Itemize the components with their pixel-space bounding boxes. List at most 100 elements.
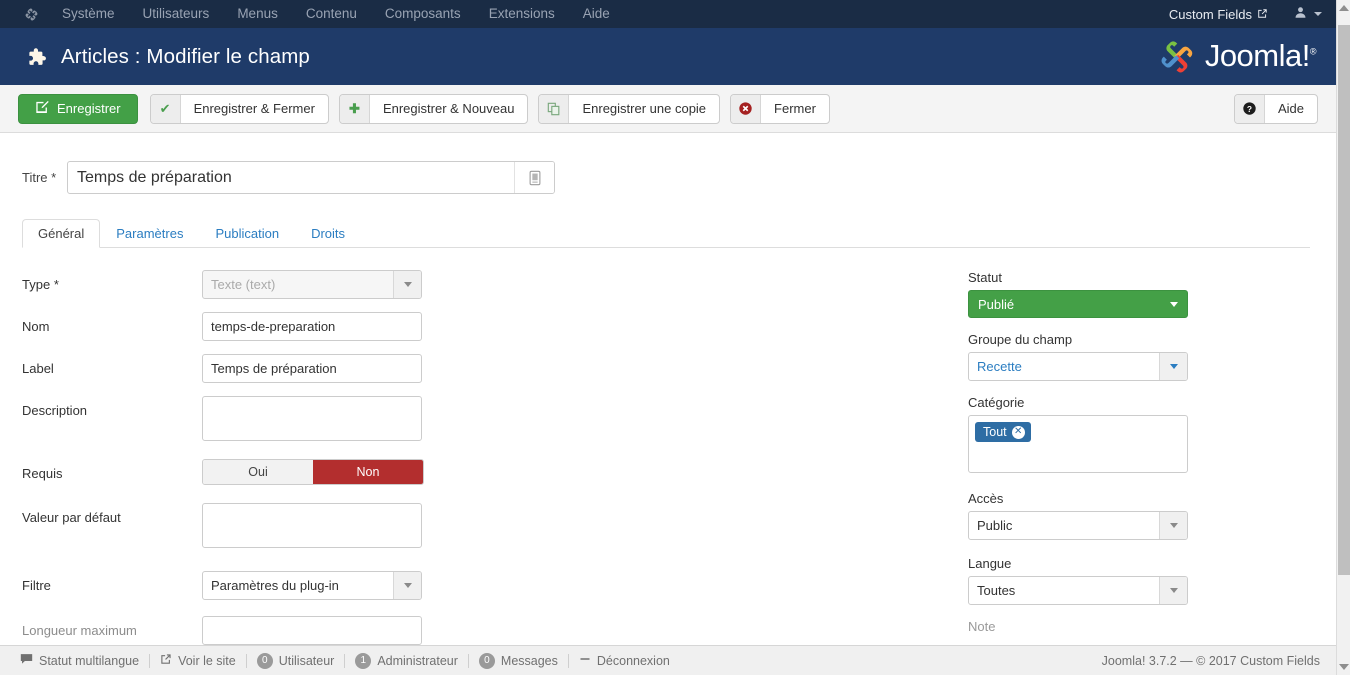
user-menu-button[interactable] <box>1294 6 1322 22</box>
label-input[interactable] <box>202 354 422 383</box>
chevron-down-icon <box>1159 577 1187 604</box>
groupe-label: Groupe du champ <box>968 332 1073 347</box>
nav-item-contenu[interactable]: Contenu <box>292 0 371 28</box>
top-navigation-bar: Système Utilisateurs Menus Contenu Compo… <box>0 0 1336 28</box>
field-row-description: Description <box>22 396 960 446</box>
check-icon: ✔ <box>150 94 181 123</box>
title-input-group <box>67 161 555 194</box>
scrollbar-thumb[interactable] <box>1338 25 1350 575</box>
field-row-max-length: Longueur maximum <box>22 616 960 645</box>
copy-icon <box>539 94 570 123</box>
filtre-select[interactable]: Paramètres du plug-in <box>202 571 422 600</box>
minus-icon <box>579 653 591 668</box>
categorie-chip-box[interactable]: Tout ✕ <box>968 415 1188 473</box>
main-content: Titre * Général Paramètres Publication D… <box>0 133 1336 645</box>
requis-option-oui[interactable]: Oui <box>203 460 313 484</box>
joomla-mark-icon[interactable] <box>14 7 48 22</box>
tab-publication[interactable]: Publication <box>199 219 295 248</box>
nav-item-extensions[interactable]: Extensions <box>475 0 569 28</box>
joomla-logo-text: Joomla!® <box>1204 38 1317 73</box>
save-button[interactable]: Enregistrer <box>18 93 138 124</box>
max-length-input[interactable] <box>202 616 422 645</box>
external-link-icon <box>1257 7 1268 22</box>
tab-general[interactable]: Général <box>22 219 101 248</box>
site-name-label: Custom Fields <box>1168 6 1252 22</box>
requis-option-non[interactable]: Non <box>313 460 423 484</box>
default-value-label: Valeur par défaut <box>22 510 121 525</box>
langue-select-value: Toutes <box>977 583 1016 598</box>
nav-item-utilisateurs[interactable]: Utilisateurs <box>129 0 224 28</box>
page-scrollbar[interactable] <box>1336 0 1350 675</box>
joomla-registered-mark: ® <box>1309 46 1317 57</box>
status-item-view-site-label: Voir le site <box>178 653 236 668</box>
toolbar: Enregistrer ✔ Enregistrer & Fermer ✚ Enr… <box>0 85 1336 133</box>
categorie-label: Catégorie <box>968 395 1025 410</box>
field-row-type: Type * Texte (text) <box>22 270 960 299</box>
note-label: Note <box>968 619 996 634</box>
label-field-label: Label <box>22 361 54 376</box>
remove-circle-icon[interactable]: ✕ <box>1011 425 1025 439</box>
tab-parametres[interactable]: Paramètres <box>100 219 199 248</box>
status-badge: 1 <box>355 652 372 669</box>
group-groupe-champ: Groupe du champ Recette <box>968 332 1260 381</box>
save-as-copy-button[interactable]: Enregistrer une copie <box>538 93 721 124</box>
svg-text:?: ? <box>1247 104 1252 114</box>
status-item-multilang[interactable]: Statut multilangue <box>10 653 149 668</box>
close-circle-icon <box>731 94 762 123</box>
type-label: Type * <box>22 277 59 292</box>
status-item-admins[interactable]: 1 Administrateur <box>345 652 468 669</box>
status-item-messages-label: Messages <box>500 653 558 668</box>
group-note: Note <box>968 619 1260 634</box>
scroll-up-button[interactable] <box>1337 0 1350 16</box>
requis-label: Requis <box>22 466 63 481</box>
scroll-down-button[interactable] <box>1337 659 1350 675</box>
categorie-chip-label: Tout <box>983 425 1007 439</box>
tab-droits[interactable]: Droits <box>295 219 361 248</box>
save-and-new-button[interactable]: ✚ Enregistrer & Nouveau <box>338 93 529 124</box>
nom-input[interactable] <box>202 312 422 341</box>
status-item-users[interactable]: 0 Utilisateur <box>247 652 345 669</box>
status-item-view-site[interactable]: Voir le site <box>150 653 246 668</box>
book-icon[interactable] <box>514 162 554 193</box>
status-item-logout[interactable]: Déconnexion <box>569 653 680 668</box>
status-item-multilang-label: Statut multilangue <box>39 653 140 668</box>
help-button[interactable]: ? Aide <box>1233 93 1318 124</box>
title-input[interactable] <box>68 162 514 193</box>
status-item-messages[interactable]: 0 Messages <box>469 652 568 669</box>
acces-select[interactable]: Public <box>968 511 1188 540</box>
default-value-textarea[interactable] <box>202 503 422 548</box>
langue-label: Langue <box>968 556 1012 571</box>
field-row-default-value: Valeur par défaut <box>22 503 960 553</box>
chevron-down-icon <box>1159 512 1187 539</box>
question-circle-icon: ? <box>1234 94 1265 123</box>
filtre-select-value: Paramètres du plug-in <box>211 578 339 593</box>
chevron-down-icon <box>393 271 421 298</box>
nav-item-composants[interactable]: Composants <box>371 0 475 28</box>
langue-select[interactable]: Toutes <box>968 576 1188 605</box>
form-left-column: Type * Texte (text) Nom temps-de-prepara… <box>0 270 960 645</box>
nav-item-menus[interactable]: Menus <box>223 0 292 28</box>
nav-item-aide[interactable]: Aide <box>569 0 624 28</box>
close-button[interactable]: Fermer <box>730 93 830 124</box>
type-select[interactable]: Texte (text) <box>202 270 422 299</box>
save-and-close-button[interactable]: ✔ Enregistrer & Fermer <box>149 93 329 124</box>
description-textarea[interactable] <box>202 396 422 441</box>
required-marker: * <box>53 277 59 292</box>
title-field-row: Titre * <box>0 133 1336 194</box>
status-bar-items: Statut multilangue Voir le site 0 Utilis… <box>0 652 680 669</box>
top-nav-right-group: Custom Fields <box>1169 6 1336 22</box>
groupe-select[interactable]: Recette <box>968 352 1188 381</box>
statut-label: Statut <box>968 270 1002 285</box>
page-header: Articles : Modifier le champ Joomla!® <box>0 28 1336 85</box>
save-and-new-label: Enregistrer & Nouveau <box>382 101 515 116</box>
statut-select[interactable]: Publié <box>968 290 1188 318</box>
toolbar-right-group: ? Aide <box>1233 93 1318 124</box>
page-title: Articles : Modifier le champ <box>61 44 310 68</box>
nav-item-systeme[interactable]: Système <box>48 0 129 28</box>
comment-icon <box>20 653 33 668</box>
top-nav-menu: Système Utilisateurs Menus Contenu Compo… <box>48 0 624 28</box>
site-name-link[interactable]: Custom Fields <box>1169 7 1268 22</box>
help-button-label: Aide <box>1277 101 1304 116</box>
categorie-chip[interactable]: Tout ✕ <box>975 422 1031 442</box>
status-item-admins-label: Administrateur <box>377 653 458 668</box>
